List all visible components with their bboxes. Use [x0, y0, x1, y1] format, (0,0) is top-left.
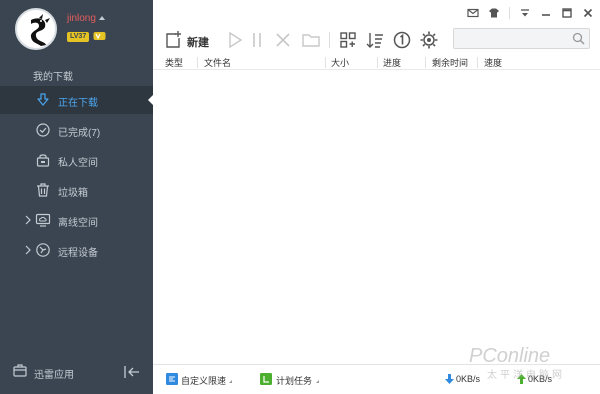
sidebar: jinlong LV37 我的下载 正在下载 已完成(7) 私人空间 垃圾箱 离… — [0, 0, 153, 394]
status-bar: 自定义限速 计划任务 0KB/s 0KB/s — [153, 364, 600, 394]
column-speed[interactable]: 速度 — [484, 56, 502, 69]
speed-limit-button[interactable]: 自定义限速 — [181, 374, 226, 387]
sort-icon[interactable] — [365, 30, 385, 50]
chevron-right-icon[interactable] — [24, 215, 32, 225]
maximize-icon[interactable] — [561, 7, 573, 19]
download-speed: 0KB/s — [456, 374, 481, 384]
column-progress[interactable]: 进度 — [383, 56, 401, 69]
sidebar-item-trash[interactable]: 垃圾箱 — [0, 176, 153, 204]
sidebar-item-downloading[interactable]: 正在下载 — [0, 86, 153, 114]
sidebar-item-completed[interactable]: 已完成(7) — [0, 116, 153, 144]
sidebar-item-label: 私人空间 — [58, 158, 98, 169]
search-icon[interactable] — [572, 32, 585, 45]
pause-icon[interactable] — [247, 30, 267, 50]
window-controls — [467, 6, 594, 20]
column-divider[interactable] — [197, 57, 198, 68]
speed-limit-caret-icon[interactable] — [229, 380, 232, 383]
task-table-header: 类型 文件名 大小 进度 剩余时间 速度 — [153, 55, 600, 70]
schedule-task-button[interactable]: 计划任务 — [276, 374, 312, 387]
trash-icon — [37, 183, 49, 197]
column-type[interactable]: 类型 — [165, 56, 183, 69]
sidebar-item-label: 正在下载 — [58, 98, 98, 109]
schedule-icon — [260, 373, 272, 385]
close-icon[interactable] — [582, 7, 594, 19]
sidebar-item-label: 离线空间 — [58, 218, 98, 229]
column-size[interactable]: 大小 — [331, 56, 349, 69]
cloud-screen-icon — [35, 213, 51, 227]
column-remaining-time[interactable]: 剩余时间 — [432, 56, 468, 69]
search-box[interactable] — [453, 28, 590, 49]
main-panel: 新建 类型 文件名 大小 进度 剩余时间 速度 自定义限速 计划任务 0KB/s… — [153, 0, 600, 394]
menu-caret-icon[interactable] — [519, 7, 531, 19]
upload-speed: 0KB/s — [528, 374, 553, 384]
speed-limit-icon — [166, 373, 178, 385]
sidebar-item-label: 垃圾箱 — [58, 188, 88, 199]
grid-view-icon[interactable] — [338, 30, 358, 50]
open-folder-icon[interactable] — [301, 30, 321, 50]
column-divider[interactable] — [425, 57, 426, 68]
sidebar-item-label: 已完成(7) — [58, 128, 101, 139]
user-profile: jinlong LV37 — [0, 0, 153, 56]
level-badge: LV37 — [67, 32, 90, 42]
chevron-right-icon[interactable] — [24, 245, 32, 255]
delete-icon[interactable] — [273, 30, 293, 50]
column-filename[interactable]: 文件名 — [204, 56, 231, 69]
new-task-button[interactable]: 新建 — [187, 34, 209, 50]
apps-box-icon — [13, 364, 27, 377]
play-icon[interactable] — [225, 30, 245, 50]
minimize-icon[interactable] — [540, 7, 552, 19]
user-menu-caret-icon[interactable] — [99, 16, 105, 20]
toolbar-divider — [329, 32, 330, 48]
username[interactable]: jinlong — [67, 13, 96, 24]
sidebar-item-private-space[interactable]: 私人空间 — [0, 146, 153, 174]
download-speed-icon — [445, 374, 454, 384]
titlebar-divider — [509, 7, 510, 19]
vip-icon[interactable] — [93, 31, 106, 41]
check-circle-icon — [36, 123, 50, 137]
settings-gear-icon[interactable] — [419, 30, 439, 50]
lock-icon — [36, 154, 50, 167]
single-task-mode-icon[interactable] — [392, 30, 412, 50]
collapse-sidebar-icon[interactable] — [123, 364, 141, 380]
toolbar: 新建 — [153, 26, 600, 54]
skin-shirt-icon[interactable] — [488, 7, 500, 19]
download-arrow-icon — [37, 93, 49, 106]
sidebar-item-remote-device[interactable]: 远程设备 — [0, 236, 153, 264]
schedule-caret-icon[interactable] — [316, 380, 319, 383]
sidebar-item-offline-space[interactable]: 离线空间 — [0, 206, 153, 234]
upload-speed-icon — [517, 374, 526, 384]
message-icon[interactable] — [467, 7, 479, 19]
sidebar-section-title: 我的下载 — [33, 72, 73, 83]
new-task-icon[interactable] — [163, 30, 183, 50]
column-divider[interactable] — [377, 57, 378, 68]
search-input[interactable] — [458, 31, 568, 46]
sidebar-item-label: 远程设备 — [58, 248, 98, 259]
column-divider[interactable] — [325, 57, 326, 68]
apps-label: 迅雷应用 — [34, 370, 74, 381]
avatar[interactable] — [15, 8, 57, 50]
remote-device-icon — [36, 243, 50, 257]
column-divider[interactable] — [477, 57, 478, 68]
